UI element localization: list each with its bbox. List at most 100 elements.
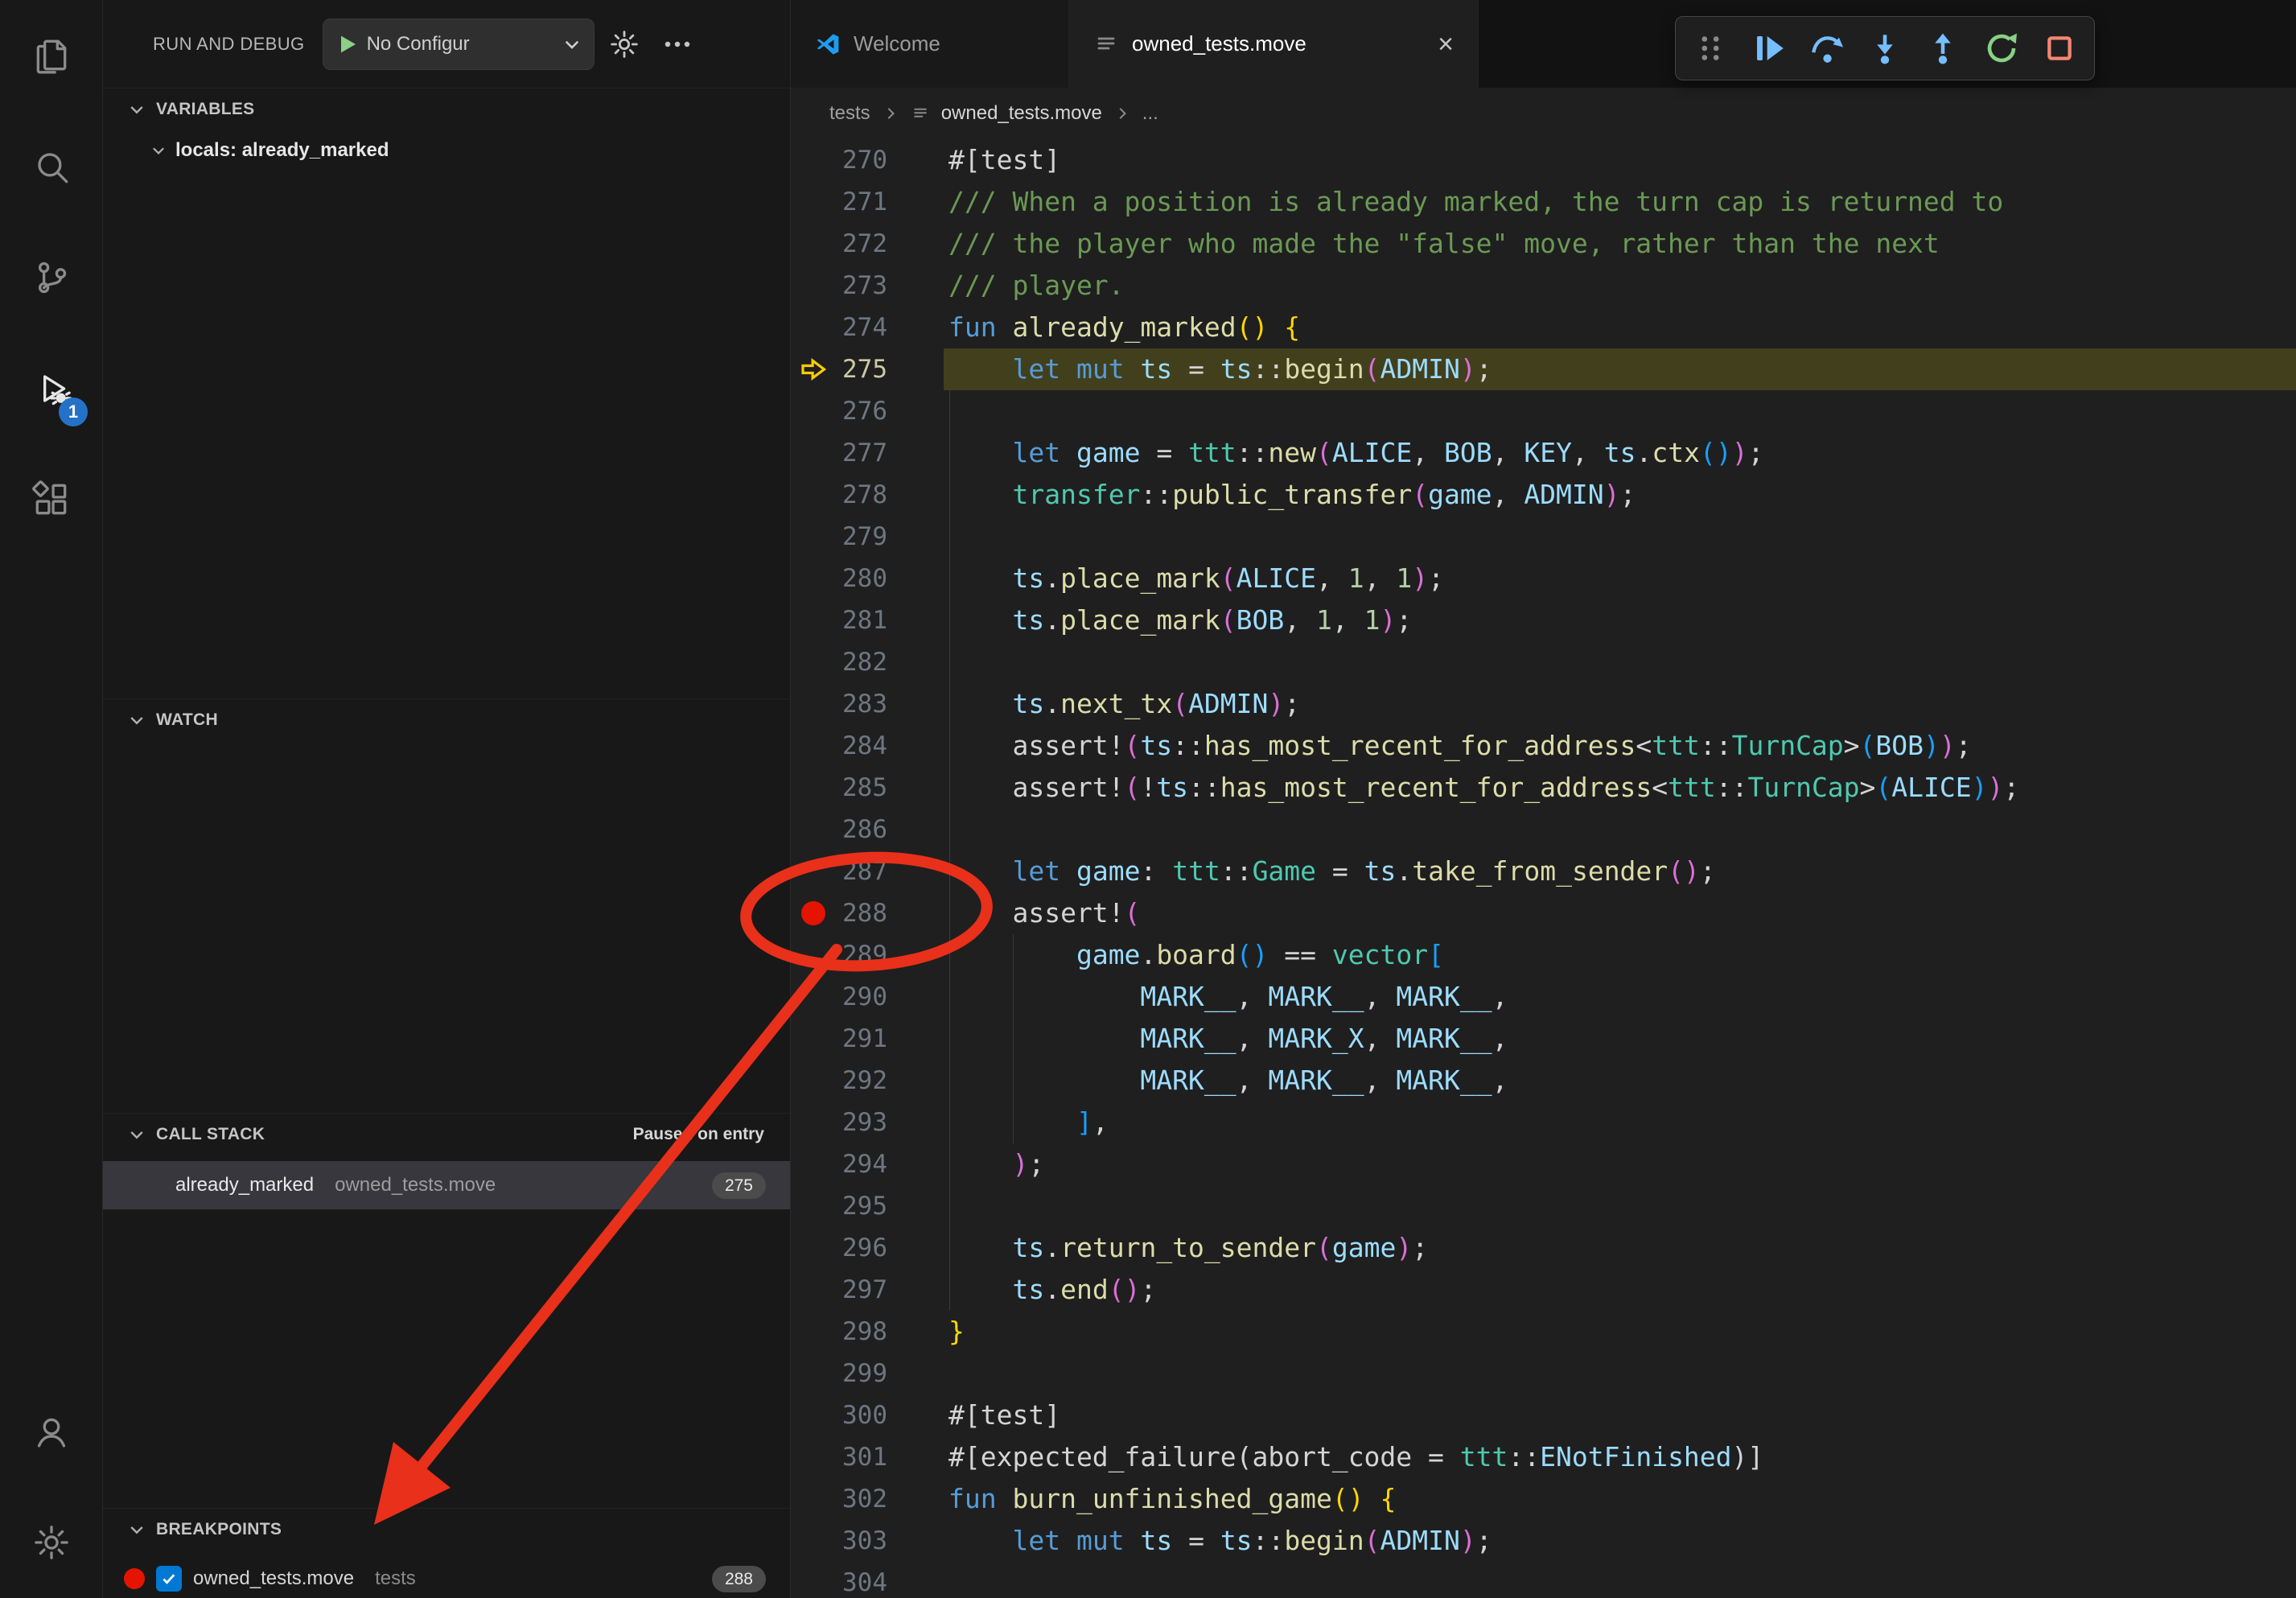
gutter-glyph-margin[interactable]	[791, 1102, 836, 1143]
gutter-glyph-margin[interactable]	[791, 1394, 836, 1436]
gutter-glyph-margin[interactable]	[791, 1269, 836, 1311]
gutter-glyph-margin[interactable]	[791, 139, 836, 181]
gutter-glyph-margin[interactable]	[791, 348, 836, 390]
line-number[interactable]: 273	[836, 265, 887, 307]
line-number[interactable]: 282	[836, 641, 887, 683]
line-number[interactable]: 277	[836, 432, 887, 474]
line-number[interactable]: 298	[836, 1311, 887, 1353]
step-out-button[interactable]	[1920, 25, 1966, 72]
gutter-glyph-margin[interactable]	[791, 265, 836, 307]
continue-button[interactable]	[1746, 25, 1792, 72]
activity-item-accounts[interactable]	[0, 1376, 102, 1487]
line-number[interactable]: 297	[836, 1269, 887, 1311]
gutter-glyph-margin[interactable]	[791, 976, 836, 1018]
gutter-glyph-margin[interactable]	[791, 1436, 836, 1478]
line-number[interactable]: 296	[836, 1227, 887, 1269]
debug-settings-gear-icon[interactable]	[601, 21, 648, 68]
gutter-glyph-margin[interactable]	[791, 1185, 836, 1227]
gutter-glyph-margin[interactable]	[791, 1018, 836, 1060]
section-header-breakpoints[interactable]: BREAKPOINTS	[103, 1508, 790, 1550]
start-debugging-icon[interactable]	[335, 31, 360, 57]
activity-item-search[interactable]	[0, 111, 102, 222]
debug-configuration-dropdown[interactable]: No Configur	[323, 19, 595, 70]
gutter-glyph-margin[interactable]	[791, 181, 836, 223]
line-number[interactable]: 292	[836, 1060, 887, 1102]
line-number[interactable]: 279	[836, 516, 887, 558]
more-actions-icon[interactable]	[654, 21, 701, 68]
section-header-watch[interactable]: WATCH	[103, 698, 790, 740]
line-number[interactable]: 295	[836, 1185, 887, 1227]
line-number[interactable]: 270	[836, 139, 887, 181]
breadcrumb-folder[interactable]: tests	[829, 102, 870, 125]
line-number[interactable]: 291	[836, 1018, 887, 1060]
line-number[interactable]: 288	[836, 892, 887, 934]
line-number[interactable]: 286	[836, 809, 887, 850]
gutter-glyph-margin[interactable]	[791, 934, 836, 976]
gutter-glyph-margin[interactable]	[791, 809, 836, 850]
gutter-glyph-margin[interactable]	[791, 1227, 836, 1269]
line-number[interactable]: 294	[836, 1143, 887, 1185]
call-stack-frame-row[interactable]: already_marked owned_tests.move 275	[103, 1161, 790, 1209]
line-number[interactable]: 280	[836, 558, 887, 599]
line-number[interactable]: 293	[836, 1102, 887, 1143]
gutter-glyph-margin[interactable]	[791, 1311, 836, 1353]
gutter-glyph-margin[interactable]	[791, 850, 836, 892]
gutter-glyph-margin[interactable]	[791, 1562, 836, 1598]
gutter-glyph-margin[interactable]	[791, 725, 836, 767]
variables-scope-locals[interactable]: locals: already_marked	[103, 130, 790, 171]
line-number[interactable]: 274	[836, 307, 887, 348]
gutter-glyph-margin[interactable]	[791, 641, 836, 683]
stop-button[interactable]	[2036, 25, 2083, 72]
gutter-glyph-margin[interactable]	[791, 1060, 836, 1102]
line-number[interactable]: 276	[836, 390, 887, 432]
gutter-glyph-margin[interactable]	[791, 1143, 836, 1185]
line-number[interactable]: 284	[836, 725, 887, 767]
gutter-glyph-margin[interactable]	[791, 1478, 836, 1520]
code-editor[interactable]: 270#[test]271/// When a position is alre…	[791, 139, 2296, 1598]
line-number[interactable]: 299	[836, 1353, 887, 1394]
line-number[interactable]: 290	[836, 976, 887, 1018]
line-number[interactable]: 300	[836, 1394, 887, 1436]
gutter-glyph-margin[interactable]	[791, 558, 836, 599]
gutter-glyph-margin[interactable]	[791, 599, 836, 641]
breakpoint-checkbox[interactable]	[156, 1566, 182, 1592]
line-number[interactable]: 272	[836, 223, 887, 265]
gutter-glyph-margin[interactable]	[791, 390, 836, 432]
gutter-glyph-margin[interactable]	[791, 307, 836, 348]
line-number[interactable]: 285	[836, 767, 887, 809]
gutter-glyph-margin[interactable]	[791, 767, 836, 809]
gutter-glyph-margin[interactable]	[791, 432, 836, 474]
line-number[interactable]: 287	[836, 850, 887, 892]
section-header-variables[interactable]: VARIABLES	[103, 88, 790, 130]
gutter-glyph-margin[interactable]	[791, 1353, 836, 1394]
breadcrumb-file[interactable]: owned_tests.move	[941, 102, 1102, 125]
line-number[interactable]: 275	[836, 348, 887, 390]
activity-item-settings[interactable]	[0, 1487, 102, 1598]
line-number[interactable]: 301	[836, 1436, 887, 1478]
line-number[interactable]: 302	[836, 1478, 887, 1520]
line-number[interactable]: 289	[836, 934, 887, 976]
line-number[interactable]: 303	[836, 1520, 887, 1562]
step-into-button[interactable]	[1862, 25, 1908, 72]
breakpoint-list-item[interactable]: owned_tests.move tests 288	[103, 1559, 790, 1598]
gutter-glyph-margin[interactable]	[791, 1520, 836, 1562]
restart-button[interactable]	[1978, 25, 2025, 72]
activity-item-extensions[interactable]	[0, 444, 102, 555]
breakpoint-dot[interactable]	[801, 901, 825, 925]
tab-owned-tests-move[interactable]: owned_tests.move ×	[1069, 0, 1479, 88]
line-number[interactable]: 304	[836, 1562, 887, 1598]
line-number[interactable]: 271	[836, 181, 887, 223]
breadcrumb-symbol[interactable]: ...	[1142, 102, 1158, 125]
gutter-glyph-margin[interactable]	[791, 892, 836, 934]
gutter-glyph-margin[interactable]	[791, 474, 836, 516]
activity-item-explorer[interactable]	[0, 0, 102, 111]
tab-welcome[interactable]: Welcome	[791, 0, 1069, 88]
section-header-call-stack[interactable]: CALL STACK Paused on entry	[103, 1113, 790, 1155]
activity-item-run-and-debug[interactable]: 1	[0, 333, 102, 444]
close-tab-icon[interactable]: ×	[1438, 31, 1454, 58]
line-number[interactable]: 281	[836, 599, 887, 641]
toolbar-drag-handle[interactable]	[1687, 25, 1734, 72]
line-number[interactable]: 283	[836, 683, 887, 725]
gutter-glyph-margin[interactable]	[791, 683, 836, 725]
line-number[interactable]: 278	[836, 474, 887, 516]
